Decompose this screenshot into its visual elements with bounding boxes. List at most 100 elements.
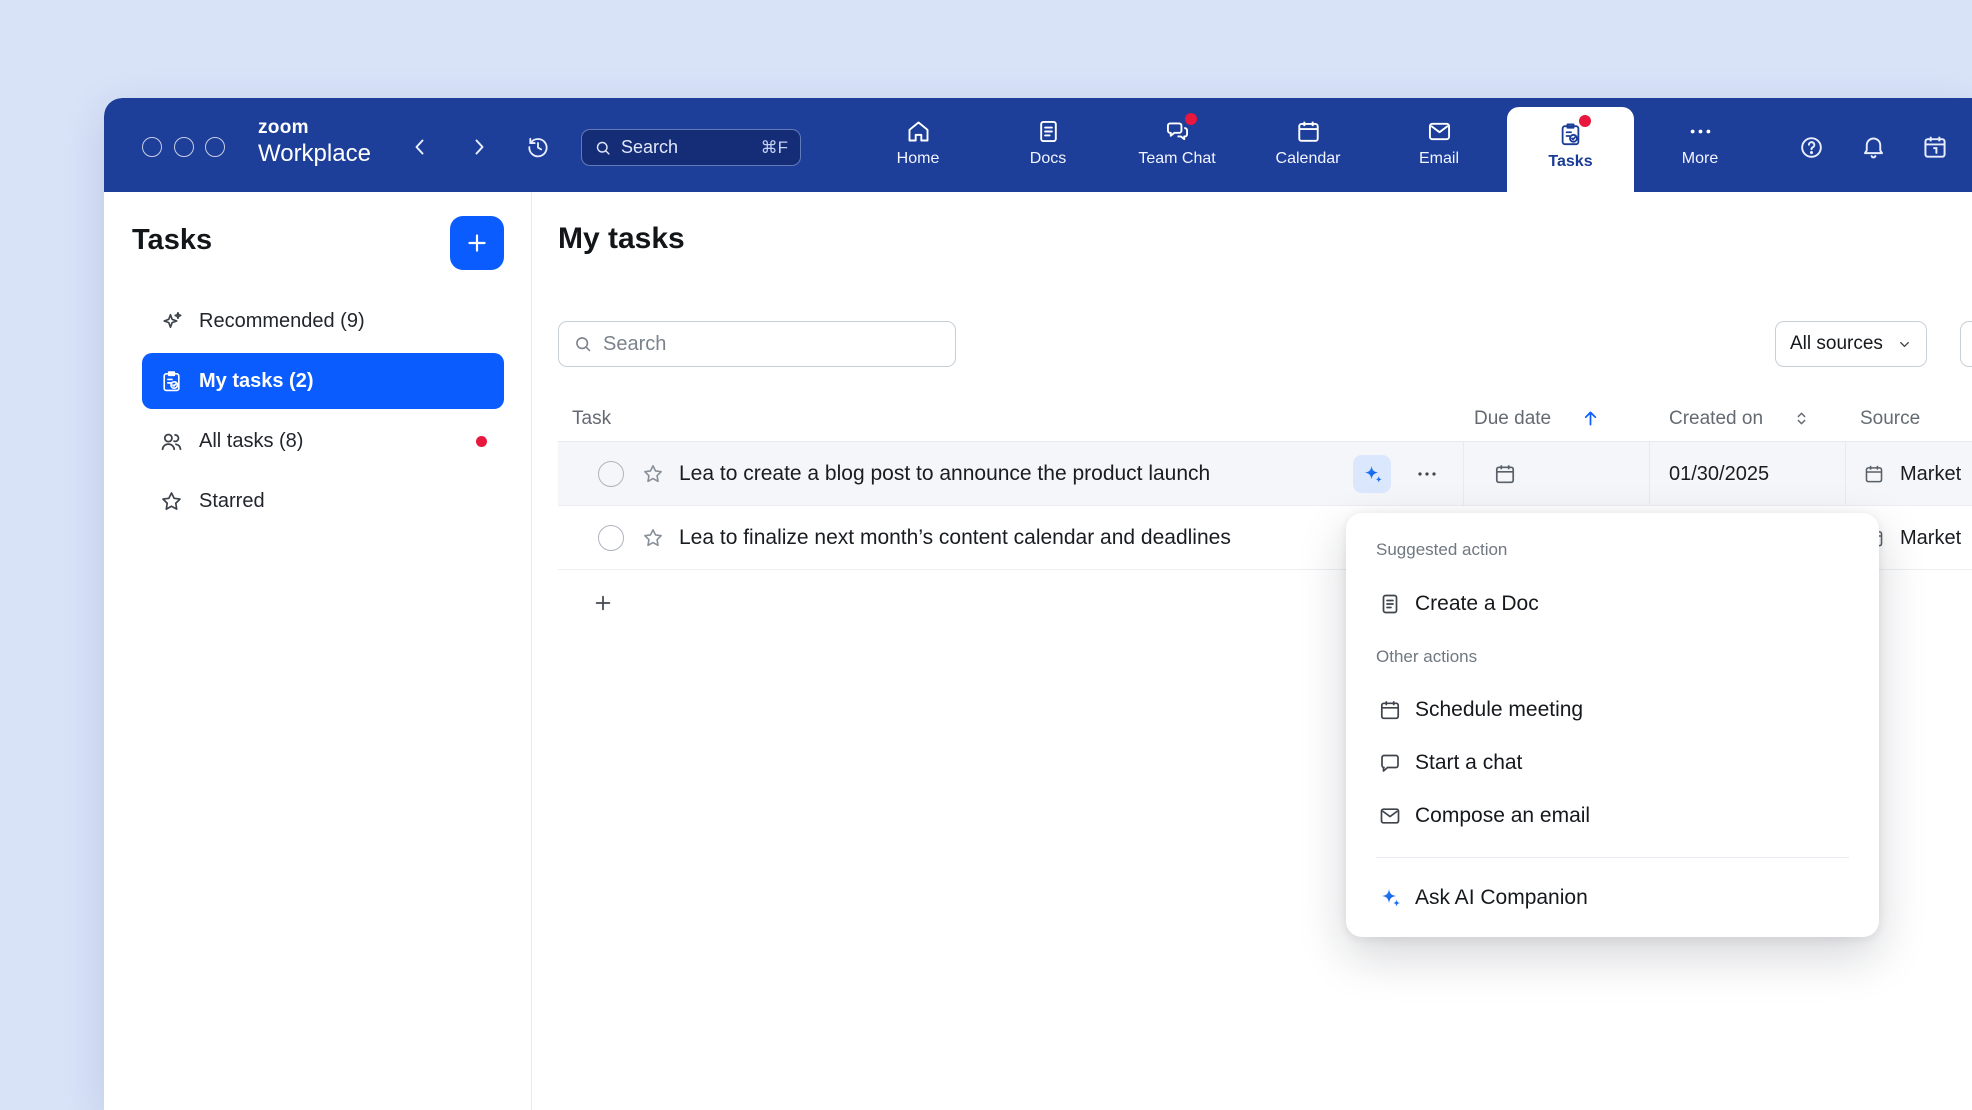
- tasks-sidebar: Tasks Recommended (9) My tasks (2) All t…: [104, 192, 532, 1110]
- sidebar-item-recommended[interactable]: Recommended (9): [142, 293, 504, 349]
- window-control-close[interactable]: [142, 137, 162, 157]
- topbar-tab-tasks[interactable]: Tasks: [1507, 107, 1634, 192]
- source-filter-dropdown[interactable]: All sources: [1775, 321, 1927, 367]
- nav-label: Tasks: [1548, 153, 1592, 171]
- column-divider: [1845, 442, 1846, 505]
- menu-item-label: Start a chat: [1415, 751, 1522, 775]
- task-table-header: Task Due date Created on Source: [558, 396, 1972, 442]
- calendar-date-icon: [1921, 133, 1949, 161]
- chevron-down-icon: [1897, 337, 1912, 352]
- tasks-search-input[interactable]: [603, 333, 941, 356]
- notifications-button[interactable]: [1857, 131, 1889, 163]
- menu-item-label: Compose an email: [1415, 804, 1590, 828]
- sidebar-item-label: My tasks (2): [199, 370, 314, 393]
- topbar-nav-home[interactable]: Home: [868, 118, 968, 168]
- menu-item-start-chat[interactable]: Start a chat: [1360, 737, 1865, 789]
- task-list-icon: [159, 369, 184, 394]
- sparkles-icon: [159, 309, 184, 334]
- column-divider: [1463, 442, 1464, 505]
- topbar-nav-team-chat[interactable]: Team Chat: [1127, 118, 1227, 168]
- menu-item-compose-email[interactable]: Compose an email: [1360, 790, 1865, 842]
- menu-item-create-doc[interactable]: Create a Doc: [1360, 578, 1865, 630]
- home-icon: [905, 118, 932, 145]
- all-tasks-notification-dot: [476, 436, 487, 447]
- topbar: zoom Workplace Search ⌘F Home Docs: [104, 98, 1972, 192]
- sidebar-item-label: All tasks (8): [199, 430, 303, 453]
- chevron-left-icon: [408, 135, 432, 159]
- history-clock-icon: [525, 134, 551, 160]
- help-icon: [1798, 134, 1825, 161]
- team-chat-icon: [1164, 118, 1191, 145]
- back-button[interactable]: [404, 131, 436, 163]
- task-checkbox[interactable]: [598, 525, 624, 551]
- menu-item-ask-ai-companion[interactable]: Ask AI Companion: [1360, 872, 1865, 924]
- header-due-date[interactable]: Due date: [1474, 408, 1551, 430]
- sidebar-item-starred[interactable]: Starred: [142, 473, 504, 529]
- docs-icon: [1035, 118, 1062, 145]
- chat-bubble-icon: [1378, 751, 1402, 775]
- sidebar-item-my-tasks[interactable]: My tasks (2): [142, 353, 504, 409]
- window-control-maximize[interactable]: [205, 137, 225, 157]
- doc-icon: [1378, 592, 1402, 616]
- calendar-icon: [1378, 698, 1402, 722]
- sidebar-item-label: Recommended (9): [199, 310, 365, 333]
- more-ellipsis-icon: [1687, 118, 1714, 145]
- source-filter-value: All sources: [1790, 333, 1883, 355]
- tasks-search-box: [558, 321, 956, 367]
- email-icon: [1426, 118, 1453, 145]
- nav-label: Docs: [1030, 150, 1066, 168]
- menu-item-label: Create a Doc: [1415, 592, 1539, 616]
- star-icon: [159, 489, 184, 514]
- ai-sparkle-icon: [1378, 886, 1402, 910]
- clipped-toolbar-control[interactable]: [1960, 321, 1972, 367]
- topbar-nav-docs[interactable]: Docs: [998, 118, 1098, 168]
- history-button[interactable]: [522, 131, 554, 163]
- window-control-minimize[interactable]: [174, 137, 194, 157]
- date-picker-button[interactable]: [1919, 131, 1951, 163]
- zoom-workplace-logo: zoom Workplace: [258, 118, 371, 168]
- sort-toggle-icon[interactable]: [1792, 409, 1811, 428]
- menu-item-schedule-meeting[interactable]: Schedule meeting: [1360, 684, 1865, 736]
- star-icon[interactable]: [641, 526, 665, 550]
- row-actions-menu: Suggested action Create a Doc Other acti…: [1346, 513, 1879, 937]
- desktop-background: { "colors": { "accent": "#0b5cff", "topb…: [0, 0, 1972, 1110]
- topbar-nav-calendar[interactable]: Calendar: [1258, 118, 1358, 168]
- nav-label: Home: [897, 150, 940, 168]
- add-task-button[interactable]: [450, 216, 504, 270]
- tasks-icon: [1557, 121, 1584, 148]
- task-source: Market: [1900, 442, 1961, 506]
- header-task: Task: [572, 408, 611, 430]
- row-actions-button[interactable]: [1409, 456, 1445, 492]
- header-created-on[interactable]: Created on: [1669, 408, 1763, 430]
- bell-icon: [1860, 134, 1887, 161]
- task-row[interactable]: Lea to create a blog post to announce th…: [558, 442, 1972, 506]
- nav-label: Calendar: [1276, 150, 1341, 168]
- people-icon: [159, 429, 184, 454]
- nav-label: Team Chat: [1138, 150, 1215, 168]
- forward-button[interactable]: [463, 131, 495, 163]
- plus-icon: [464, 230, 490, 256]
- global-search-placeholder: Search: [621, 137, 678, 158]
- task-created-on: 01/30/2025: [1669, 442, 1769, 506]
- task-title: Lea to finalize next month’s content cal…: [679, 506, 1231, 570]
- help-button[interactable]: [1795, 131, 1827, 163]
- app-window: zoom Workplace Search ⌘F Home Docs: [104, 98, 1972, 1110]
- global-search-shortcut: ⌘F: [761, 138, 788, 158]
- sort-ascending-icon[interactable]: [1580, 408, 1601, 429]
- plus-icon: [592, 592, 614, 614]
- search-icon: [594, 139, 612, 157]
- menu-item-label: Schedule meeting: [1415, 698, 1583, 722]
- topbar-nav-more[interactable]: More: [1650, 118, 1750, 168]
- team-chat-notification-dot: [1185, 113, 1197, 125]
- star-icon[interactable]: [641, 462, 665, 486]
- global-search[interactable]: Search ⌘F: [581, 129, 801, 166]
- ai-companion-button[interactable]: [1353, 455, 1391, 493]
- add-due-date-icon[interactable]: [1493, 462, 1517, 486]
- topbar-nav-email[interactable]: Email: [1389, 118, 1489, 168]
- search-icon: [573, 334, 593, 354]
- sidebar-title: Tasks: [132, 224, 212, 257]
- task-title: Lea to create a blog post to announce th…: [679, 442, 1210, 506]
- task-checkbox[interactable]: [598, 461, 624, 487]
- nav-label: More: [1682, 150, 1718, 168]
- sidebar-item-all-tasks[interactable]: All tasks (8): [142, 413, 504, 469]
